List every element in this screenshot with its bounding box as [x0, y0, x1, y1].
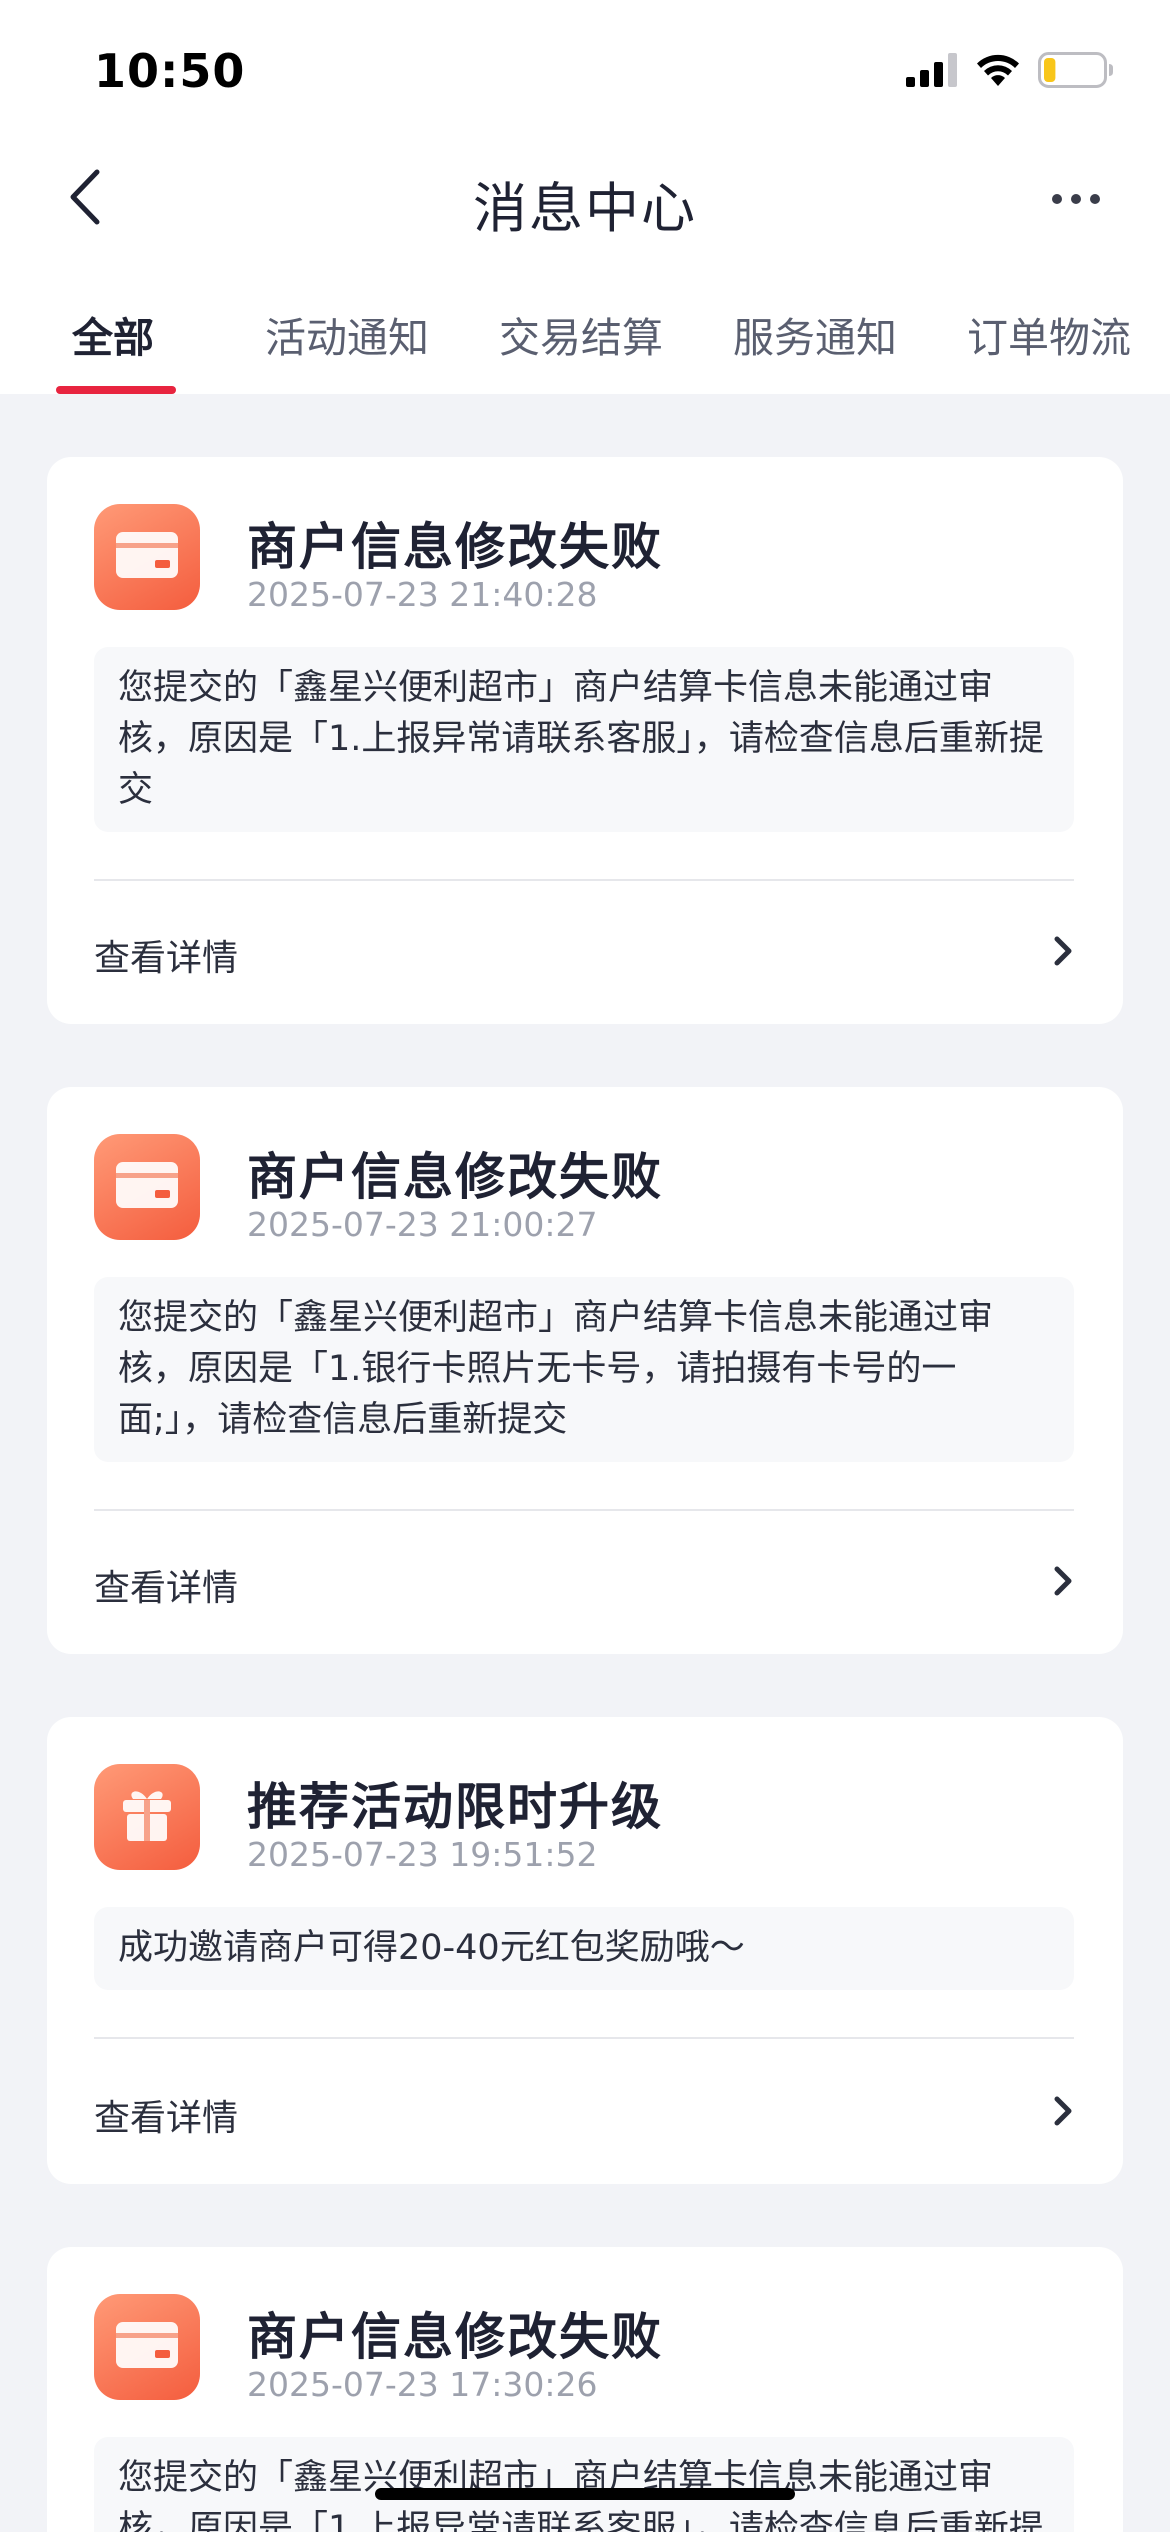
- message-title: 推荐活动限时升级: [247, 1778, 663, 1836]
- active-tab-indicator: [56, 386, 176, 394]
- message-icon-box: [94, 1764, 200, 1870]
- card-divider: [94, 2037, 1074, 2039]
- chevron-right-icon[interactable]: [1043, 931, 1083, 971]
- message-time: 2025-07-23 19:51:52: [247, 1835, 598, 1874]
- top-header-area: 10:50 消息中心 全部 活动通知 交易结算 服务通知 订单物流: [0, 0, 1170, 394]
- message-body: 您提交的「鑫星兴便利超市」商户结算卡信息未能通过审核，原因是「1.银行卡照片无卡…: [94, 1277, 1074, 1462]
- battery-icon: [1038, 52, 1114, 92]
- message-time: 2025-07-23 21:00:27: [247, 1205, 598, 1244]
- status-icons: [906, 52, 1114, 92]
- message-icon-box: [94, 2294, 200, 2400]
- navigation-bar: 消息中心: [0, 140, 1170, 260]
- message-time: 2025-07-23 17:30:26: [247, 2365, 598, 2404]
- wifi-icon: [974, 52, 1022, 92]
- message-body: 您提交的「鑫星兴便利超市」商户结算卡信息未能通过审核，原因是「1.上报异常请联系…: [94, 647, 1074, 832]
- message-icon-box: [94, 1134, 200, 1240]
- view-details-link[interactable]: 查看详情: [94, 1559, 238, 1611]
- card-icon: [115, 2321, 179, 2373]
- message-title: 商户信息修改失败: [247, 1148, 663, 1206]
- tab-all[interactable]: 全部: [72, 304, 154, 364]
- message-body: 您提交的「鑫星兴便利超市」商户结算卡信息未能通过审核，原因是「1.上报异常请联系…: [94, 2437, 1074, 2532]
- tab-transaction-settlement[interactable]: 交易结算: [499, 304, 663, 364]
- more-dots-icon: [1051, 190, 1101, 209]
- tab-service-notice[interactable]: 服务通知: [733, 304, 897, 364]
- cellular-signal-icon: [906, 53, 958, 91]
- message-time: 2025-07-23 21:40:28: [247, 575, 598, 614]
- home-indicator[interactable]: [375, 2488, 795, 2500]
- gift-icon: [117, 1785, 177, 1849]
- card-icon: [115, 1161, 179, 1213]
- status-time: 10:50: [94, 44, 246, 98]
- message-icon-box: [94, 504, 200, 610]
- view-details-link[interactable]: 查看详情: [94, 2089, 238, 2141]
- more-button[interactable]: [1026, 164, 1126, 234]
- card-icon: [115, 531, 179, 583]
- page-title: 消息中心: [473, 177, 697, 240]
- category-tabs: 全部 活动通知 交易结算 服务通知 订单物流: [0, 290, 1170, 394]
- card-divider: [94, 879, 1074, 881]
- chevron-right-icon[interactable]: [1043, 1561, 1083, 1601]
- message-card: 推荐活动限时升级 2025-07-23 19:51:52 成功邀请商户可得20-…: [47, 1717, 1123, 2184]
- tab-activity-notice[interactable]: 活动通知: [265, 304, 429, 364]
- card-divider: [94, 1509, 1074, 1511]
- message-card: 商户信息修改失败 2025-07-23 21:40:28 您提交的「鑫星兴便利超…: [47, 457, 1123, 1024]
- message-card: 商户信息修改失败 2025-07-23 21:00:27 您提交的「鑫星兴便利超…: [47, 1087, 1123, 1654]
- message-title: 商户信息修改失败: [247, 2308, 663, 2366]
- status-bar: 10:50: [0, 0, 1170, 140]
- view-details-link[interactable]: 查看详情: [94, 929, 238, 981]
- message-body: 成功邀请商户可得20-40元红包奖励哦～: [94, 1907, 1074, 1990]
- chevron-right-icon[interactable]: [1043, 2091, 1083, 2131]
- message-title: 商户信息修改失败: [247, 518, 663, 576]
- tab-order-logistics[interactable]: 订单物流: [967, 304, 1131, 364]
